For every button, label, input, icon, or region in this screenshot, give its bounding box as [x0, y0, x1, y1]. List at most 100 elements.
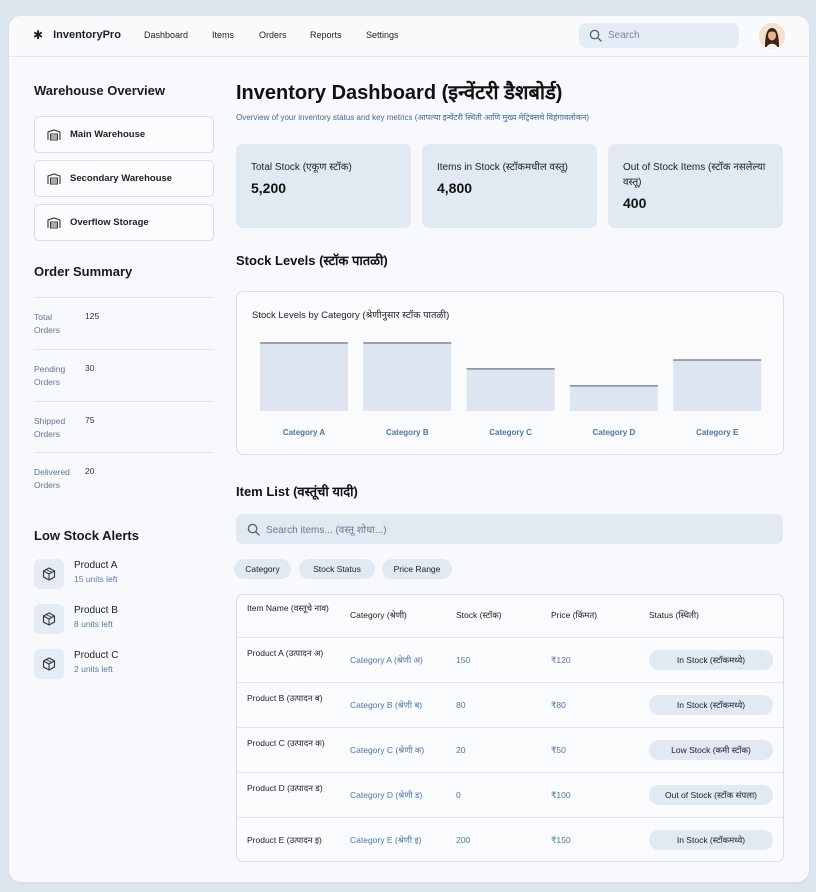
box-icon	[42, 567, 56, 581]
warehouse-icon	[47, 128, 61, 140]
warehouse-icon	[47, 172, 61, 184]
order-summary-heading: Order Summary	[34, 264, 133, 279]
column-header-category[interactable]: Category (श्रेणी)	[350, 609, 407, 622]
nav-link-orders[interactable]: Orders	[259, 30, 287, 40]
low-stock-alert-item[interactable]: Product C 2 units left	[34, 649, 118, 681]
order-label: Shipped Orders	[34, 416, 66, 439]
alert-product-name: Product A	[74, 560, 118, 571]
search-input[interactable]: Search	[579, 23, 739, 48]
item-name-cell: Product A (उत्पादन अ)	[247, 648, 324, 658]
column-header-item-name[interactable]: Item Name (वस्तूचे नाव)	[247, 602, 329, 615]
stock-cell: 200	[456, 835, 471, 845]
alert-icon-box	[34, 649, 64, 679]
stock-cell: 0	[456, 790, 461, 800]
order-row-total: Total Orders 125	[34, 297, 214, 350]
stat-card-total-stock: Total Stock (एकूण स्टॉक) 5,200	[236, 144, 411, 228]
price-cell: ₹150	[551, 835, 571, 845]
item-name-cell: Product C (उत्पादन क)	[247, 738, 325, 748]
price-cell: ₹120	[551, 655, 571, 665]
stat-card-items-in-stock: Items in Stock (स्टॉकमधील वस्तू) 4,800	[422, 144, 597, 228]
brand-logo-icon: ✱	[33, 28, 44, 42]
page-title: Inventory Dashboard (इन्वेंटरी डैशबोर्ड)	[236, 82, 563, 104]
category-cell[interactable]: Category B (श्रेणी ब)	[350, 699, 422, 712]
category-cell[interactable]: Category C (श्रेणी क)	[350, 744, 424, 757]
low-stock-alert-item[interactable]: Product B 8 units left	[34, 604, 118, 636]
stat-label: Items in Stock (स्टॉकमधील वस्तू)	[437, 162, 568, 173]
table-row[interactable]: Product B (उत्पादन ब) Category B (श्रेणी…	[237, 682, 783, 728]
alert-product-name: Product B	[74, 605, 118, 616]
warehouse-secondary-button[interactable]: Secondary Warehouse	[34, 160, 214, 197]
warehouse-icon	[47, 216, 61, 228]
filter-chip-stock-status[interactable]: Stock Status	[299, 559, 375, 579]
column-header-status[interactable]: Status (स्थिती)	[649, 609, 699, 622]
item-table: Item Name (वस्तूचे नाव) Category (श्रेणी…	[236, 594, 784, 862]
order-label: Delivered Orders	[34, 467, 70, 490]
nav-link-reports[interactable]: Reports	[310, 30, 342, 40]
order-row-shipped: Shipped Orders 75	[34, 401, 214, 454]
status-badge: In Stock (स्टॉकमध्ये)	[649, 695, 773, 715]
box-icon	[42, 657, 56, 671]
price-cell: ₹100	[551, 790, 571, 800]
table-row[interactable]: Product E (उत्पादन इ) Category E (श्रेणी…	[237, 817, 783, 861]
warehouse-overflow-label: Overflow Storage	[70, 217, 149, 228]
chart-bar[interactable]	[260, 343, 348, 411]
order-value: 20	[85, 466, 95, 476]
nav-link-dashboard[interactable]: Dashboard	[144, 30, 188, 40]
chart-bar[interactable]	[466, 368, 555, 411]
order-row-delivered: Delivered Orders 20	[34, 452, 214, 505]
chart-category-label: Category A	[283, 428, 326, 437]
warehouse-main-button[interactable]: Main Warehouse	[34, 116, 214, 153]
filter-chip-price-range[interactable]: Price Range	[382, 559, 452, 579]
category-cell[interactable]: Category D (श्रेणी ड)	[350, 789, 422, 802]
category-cell[interactable]: Category E (श्रेणी इ)	[350, 834, 421, 847]
stock-chart-card: Stock Levels by Category (श्रेणीनुसार स्…	[236, 291, 784, 455]
column-header-price[interactable]: Price (किंमत)	[551, 609, 597, 622]
category-cell[interactable]: Category A (श्रेणी अ)	[350, 654, 423, 667]
filter-chip-category[interactable]: Category	[234, 559, 291, 579]
low-stock-alert-item[interactable]: Product A 15 units left	[34, 559, 117, 591]
nav-link-settings[interactable]: Settings	[366, 30, 399, 40]
warehouse-secondary-label: Secondary Warehouse	[70, 173, 173, 184]
search-placeholder: Search	[608, 30, 640, 41]
alert-units-left: 8 units left	[74, 619, 113, 629]
low-stock-heading: Low Stock Alerts	[34, 528, 139, 543]
stock-levels-heading: Stock Levels (स्टॉक पातळी)	[236, 253, 388, 268]
chart-category-label: Category D	[593, 428, 636, 437]
alert-units-left: 2 units left	[74, 664, 113, 674]
order-label: Pending Orders	[34, 364, 66, 387]
app-window: ✱ InventoryPro Dashboard Items Orders Re…	[9, 16, 809, 882]
table-row[interactable]: Product A (उत्पादन अ) Category A (श्रेणी…	[237, 637, 783, 683]
status-badge: In Stock (स्टॉकमध्ये)	[649, 650, 773, 670]
chart-category-label: Category E	[696, 428, 739, 437]
chart-bar[interactable]	[673, 360, 762, 411]
box-icon	[42, 612, 56, 626]
price-cell: ₹80	[551, 700, 566, 710]
stock-bar-chart: Category A Category B Category C Category D…	[260, 342, 762, 437]
column-header-stock[interactable]: Stock (स्टॉक)	[456, 609, 502, 622]
order-value: 30	[85, 363, 95, 373]
stat-label: Total Stock (एकूण स्टॉक)	[251, 162, 352, 173]
search-icon	[247, 523, 260, 536]
item-search-input[interactable]: Search items... (वस्तू शोधा...)	[236, 514, 783, 544]
chart-category-label: Category B	[386, 428, 429, 437]
nav-link-items[interactable]: Items	[212, 30, 234, 40]
chart-bar[interactable]	[363, 343, 452, 411]
order-row-pending: Pending Orders 30	[34, 349, 214, 402]
stock-cell: 20	[456, 745, 466, 755]
top-nav: ✱ InventoryPro Dashboard Items Orders Re…	[9, 16, 809, 57]
warehouse-main-label: Main Warehouse	[70, 129, 146, 140]
stat-value: 4,800	[437, 180, 473, 196]
table-row[interactable]: Product C (उत्पादन क) Category C (श्रेणी…	[237, 727, 783, 773]
page-subtitle: Overview of your inventory status and ke…	[236, 113, 590, 122]
item-search-placeholder: Search items... (वस्तू शोधा...)	[266, 525, 387, 536]
status-badge: Out of Stock (स्टॉक संपला)	[649, 785, 773, 805]
brand-name: InventoryPro	[53, 29, 121, 41]
warehouse-overflow-button[interactable]: Overflow Storage	[34, 204, 214, 241]
brand[interactable]: ✱ InventoryPro	[33, 28, 121, 42]
chart-bar[interactable]	[569, 385, 658, 411]
alert-icon-box	[34, 559, 64, 589]
table-row[interactable]: Product D (उत्पादन ड) Category D (श्रेणी…	[237, 772, 783, 818]
avatar[interactable]	[759, 23, 785, 49]
item-name-cell: Product E (उत्पादन इ)	[247, 835, 322, 845]
stat-label: Out of Stock Items (स्टॉक नसलेल्या वस्तू…	[623, 162, 766, 188]
